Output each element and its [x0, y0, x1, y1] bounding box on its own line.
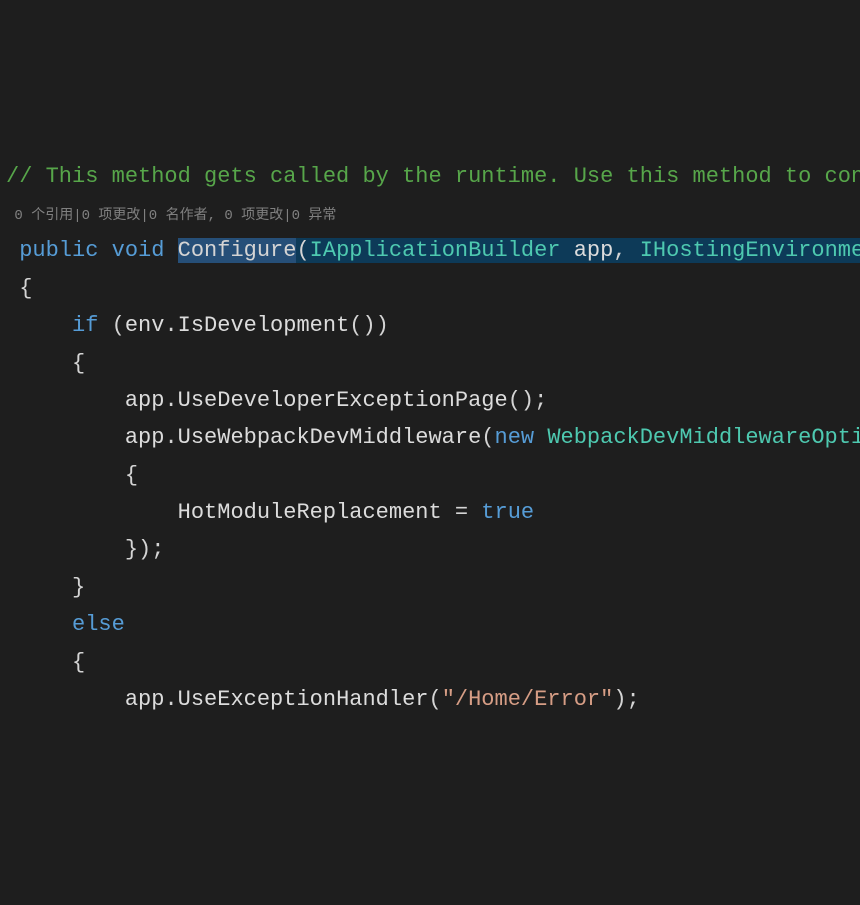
app-ref: app	[125, 388, 165, 413]
comment-line: // This method gets called by the runtim…	[6, 164, 860, 189]
type-iapplicationbuilder: IApplicationBuilder	[310, 238, 561, 263]
string-literal: "/Home/Error"	[442, 687, 614, 712]
kw-new: new	[495, 425, 535, 450]
usedeveloperexceptionpage: UseDeveloperExceptionPage	[178, 388, 508, 413]
kw-public: public	[6, 238, 98, 263]
isdevelopment-call: IsDevelopment	[178, 313, 350, 338]
param-app: app	[574, 238, 614, 263]
type-webpackdevmiddlewareoptions: WebpackDevMiddlewareOptions	[547, 425, 860, 450]
brace: {	[6, 351, 85, 376]
app-ref: app	[125, 425, 165, 450]
env-ref: env	[125, 313, 165, 338]
usewebpackdevmiddleware: UseWebpackDevMiddleware	[178, 425, 482, 450]
method-name: Configure	[178, 238, 297, 263]
kw-true: true	[481, 500, 534, 525]
code-editor[interactable]: // This method gets called by the runtim…	[0, 150, 860, 719]
codelens-bar[interactable]: 0 个引用|0 项更改|0 名作者, 0 项更改|0 异常	[6, 208, 336, 224]
method-signature: (IApplicationBuilder app, IHostingEnviro…	[296, 238, 860, 263]
useexceptionhandler: UseExceptionHandler	[178, 687, 429, 712]
brace-open: {	[6, 276, 32, 301]
kw-if: if	[72, 313, 98, 338]
hotmodulereplacement: HotModuleReplacement	[178, 500, 442, 525]
kw-void: void	[112, 238, 165, 263]
brace-close: }	[6, 575, 85, 600]
brace: {	[6, 650, 85, 675]
type-ihostingenvironment: IHostingEnvironment	[640, 238, 860, 263]
brace: {	[6, 463, 138, 488]
kw-else: else	[72, 612, 125, 637]
app-ref: app	[125, 687, 165, 712]
